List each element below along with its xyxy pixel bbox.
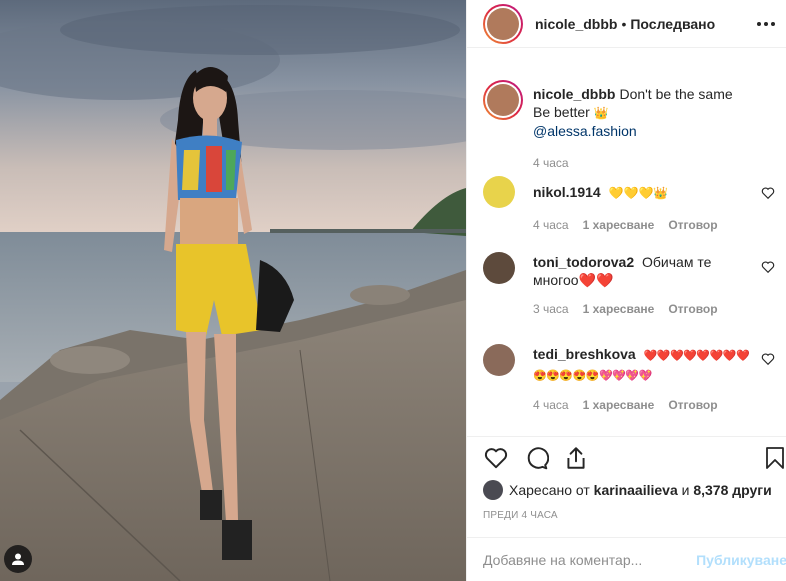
- comment-username[interactable]: toni_todorova2: [533, 254, 634, 270]
- reply-button[interactable]: Отговор: [668, 218, 717, 232]
- publish-button[interactable]: Публикуване: [696, 552, 786, 568]
- heart-icon[interactable]: [483, 445, 509, 471]
- author-username[interactable]: nicole_dbbb: [535, 16, 617, 32]
- crown-emoji: 👑: [593, 106, 609, 120]
- caption-meta: 4 часа: [533, 156, 751, 170]
- caption-time[interactable]: 4 часа: [533, 156, 569, 170]
- comment-time[interactable]: 4 часа: [533, 398, 569, 412]
- comment-likes[interactable]: 1 харесване: [583, 302, 655, 316]
- post-header: nicole_dbbb • Последвано: [467, 0, 786, 48]
- liker-username[interactable]: karinaailieva: [594, 482, 678, 498]
- more-icon[interactable]: [755, 13, 777, 35]
- comment-icon[interactable]: [523, 445, 549, 471]
- comment-item: tedi_breshkova ❤️❤️❤️❤️❤️❤️❤️❤️😍😍😍😍😍💖💖💖💖…: [467, 344, 786, 412]
- comment-username[interactable]: tedi_breshkova: [533, 346, 636, 362]
- comment-item: nikol.1914 💛💛💛👑 4 часа 1 харесване Отгов…: [467, 176, 786, 232]
- comment-meta: 3 часа 1 харесване Отговор: [533, 302, 751, 316]
- comment-time[interactable]: 3 часа: [533, 302, 569, 316]
- comments-list: nicole_dbbb Don't be the same Be better 👑…: [467, 72, 786, 412]
- heart-icon[interactable]: [761, 352, 775, 366]
- caption-avatar[interactable]: [483, 80, 523, 120]
- follow-status[interactable]: Последвано: [630, 16, 715, 32]
- comment-likes[interactable]: 1 харесване: [583, 398, 655, 412]
- add-comment-bar: Публикуване: [467, 537, 786, 581]
- post-sidebar: nicole_dbbb • Последвано nicole_dbbb Don'…: [466, 0, 786, 581]
- separator-dot: •: [621, 15, 627, 32]
- caption: nicole_dbbb Don't be the same Be better 👑…: [467, 72, 786, 170]
- post-timestamp[interactable]: ПРЕДИ 4 ЧАСА: [483, 510, 558, 521]
- comment-input[interactable]: [483, 551, 693, 568]
- action-bar: [467, 436, 786, 476]
- likes-prefix: Харесано от: [509, 482, 590, 498]
- user-tag-button[interactable]: [4, 545, 32, 573]
- share-icon[interactable]: [563, 445, 589, 471]
- caption-line-1: Don't be the same: [619, 86, 733, 102]
- reply-button[interactable]: Отговор: [668, 398, 717, 412]
- caption-username[interactable]: nicole_dbbb: [533, 86, 615, 102]
- likes-others[interactable]: 8,378 други: [693, 482, 771, 498]
- likes-conj: и: [681, 482, 690, 498]
- commenter-avatar[interactable]: [483, 344, 515, 376]
- comment-item: toni_todorova2 Обичам те многоо❤️❤️ 3 ча…: [467, 252, 786, 316]
- post-photo[interactable]: [0, 0, 466, 581]
- comment-likes[interactable]: 1 харесване: [583, 218, 655, 232]
- likes-summary: Харесано от karinaailieva и 8,378 други: [483, 480, 772, 500]
- caption-mention[interactable]: @alessa.fashion: [533, 123, 637, 139]
- heart-icon[interactable]: [761, 186, 775, 200]
- caption-line-2: Be better: [533, 104, 590, 120]
- heart-icon[interactable]: [761, 260, 775, 274]
- comment-text: 💛💛💛👑: [608, 186, 669, 200]
- post-image: [0, 0, 466, 581]
- comment-meta: 4 часа 1 харесване Отговор: [533, 398, 751, 412]
- comment-meta: 4 часа 1 харесване Отговор: [533, 218, 751, 232]
- user-tag-icon: [12, 553, 24, 565]
- liker-avatar[interactable]: [483, 480, 503, 500]
- reply-button[interactable]: Отговор: [668, 302, 717, 316]
- commenter-avatar[interactable]: [483, 176, 515, 208]
- comment-username[interactable]: nikol.1914: [533, 184, 601, 200]
- comment-time[interactable]: 4 часа: [533, 218, 569, 232]
- bookmark-icon[interactable]: [763, 445, 786, 471]
- author-avatar[interactable]: [483, 3, 523, 44]
- commenter-avatar[interactable]: [483, 252, 515, 284]
